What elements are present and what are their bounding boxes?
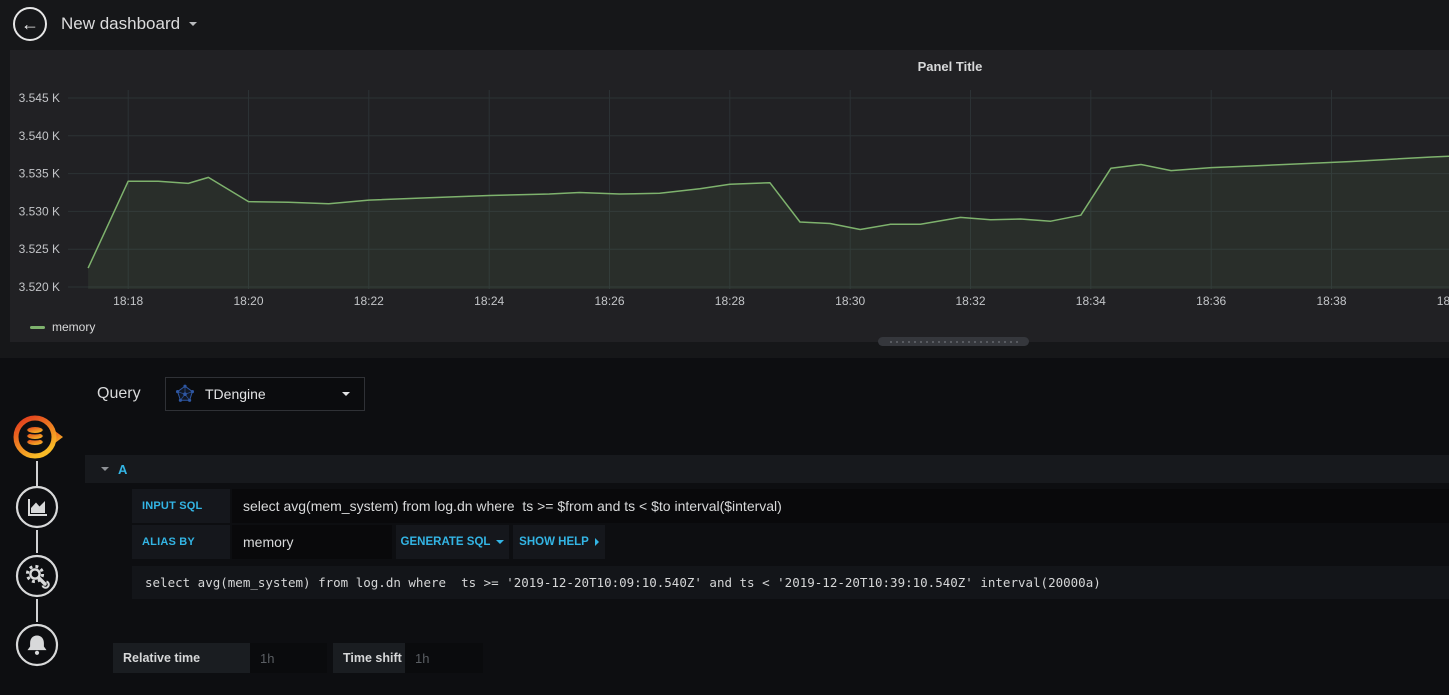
legend-series-dash [30, 325, 45, 329]
show-help-label: SHOW HELP [519, 536, 589, 548]
svg-text:18:22: 18:22 [354, 294, 384, 308]
chevron-right-icon [594, 538, 599, 546]
drag-dots-icon [889, 340, 1018, 343]
chevron-down-icon [496, 540, 505, 544]
sidebar-tab-queries[interactable] [11, 412, 63, 462]
svg-text:18:24: 18:24 [474, 294, 504, 308]
panel-resize-handle[interactable] [878, 337, 1029, 346]
chart-icon [15, 485, 59, 529]
alias-by-label: ALIAS BY [132, 525, 230, 559]
svg-text:3.525 K: 3.525 K [19, 242, 60, 256]
back-button[interactable]: ← [13, 7, 47, 41]
gear-icon [15, 554, 59, 598]
datasource-name: TDengine [205, 386, 266, 402]
generate-sql-button[interactable]: GENERATE SQL [396, 525, 509, 559]
chevron-down-icon [342, 392, 350, 396]
graph-panel: Panel Title 3.545 K 3.540 K 3.535 K 3.530 K… [10, 50, 1449, 342]
database-icon [13, 415, 63, 459]
panel-editor: Query TDengine A INPUT SQL select avg(me… [0, 358, 1449, 695]
svg-text:18:26: 18:26 [594, 294, 624, 308]
chevron-down-icon [189, 22, 198, 26]
query-ref-letter: A [118, 461, 128, 477]
svg-text:18:32: 18:32 [955, 294, 985, 308]
generate-sql-label: GENERATE SQL [400, 536, 491, 548]
relative-time-field[interactable] [250, 643, 327, 673]
tdengine-logo-icon [176, 384, 194, 402]
datasource-picker[interactable]: TDengine [165, 377, 365, 411]
navbar: ← New dashboard [0, 0, 1449, 48]
svg-text:3.535 K: 3.535 K [19, 167, 60, 181]
back-arrow-icon: ← [21, 13, 39, 34]
tab-connector [36, 599, 38, 622]
dashboard-title-dropdown[interactable]: New dashboard [61, 0, 198, 48]
query-section-heading: Query [97, 385, 141, 402]
svg-text:18:34: 18:34 [1076, 294, 1106, 308]
sidebar-tab-visualization[interactable] [15, 485, 59, 529]
timeseries-chart[interactable]: 3.545 K 3.540 K 3.535 K 3.530 K 3.525 K 3.520… [10, 70, 1449, 320]
svg-text:18:20: 18:20 [233, 294, 263, 308]
alias-by-field[interactable] [232, 525, 392, 559]
svg-text:18:36: 18:36 [1196, 294, 1226, 308]
sidebar-tab-alert[interactable] [15, 623, 59, 667]
relative-time-label: Relative time [113, 643, 250, 673]
sidebar-tab-general[interactable] [15, 554, 59, 598]
time-shift-field[interactable] [405, 643, 483, 673]
tab-connector [36, 461, 38, 487]
svg-text:18:18: 18:18 [113, 294, 143, 308]
time-shift-label: Time shift [333, 643, 405, 673]
tab-connector [36, 530, 38, 553]
svg-text:18:28: 18:28 [715, 294, 745, 308]
svg-text:3.545 K: 3.545 K [19, 91, 60, 105]
svg-text:3.540 K: 3.540 K [19, 129, 60, 143]
grafana-window: ← New dashboard Panel Title 3.545 K 3.540… [0, 0, 1449, 695]
bell-icon [15, 623, 59, 667]
svg-text:18:38: 18:38 [1316, 294, 1346, 308]
svg-text:3.530 K: 3.530 K [19, 204, 60, 218]
collapse-caret-icon [101, 467, 109, 471]
legend-series-label: memory [52, 320, 96, 334]
input-sql-field[interactable] [232, 489, 1449, 523]
input-sql-label: INPUT SQL [132, 489, 230, 523]
dashboard-title: New dashboard [61, 14, 181, 33]
svg-text:3.520 K: 3.520 K [19, 280, 60, 294]
generated-sql-preview: select avg(mem_system) from log.dn where… [132, 566, 1449, 599]
legend-item-memory[interactable]: memory [30, 320, 95, 334]
dashboard-area: Panel Title 3.545 K 3.540 K 3.535 K 3.530 K… [0, 48, 1449, 358]
svg-text:18:30: 18:30 [835, 294, 865, 308]
svg-text:18:40: 18:40 [1437, 294, 1449, 308]
query-ref-collapse[interactable]: A [85, 455, 1449, 483]
show-help-button[interactable]: SHOW HELP [513, 525, 605, 559]
